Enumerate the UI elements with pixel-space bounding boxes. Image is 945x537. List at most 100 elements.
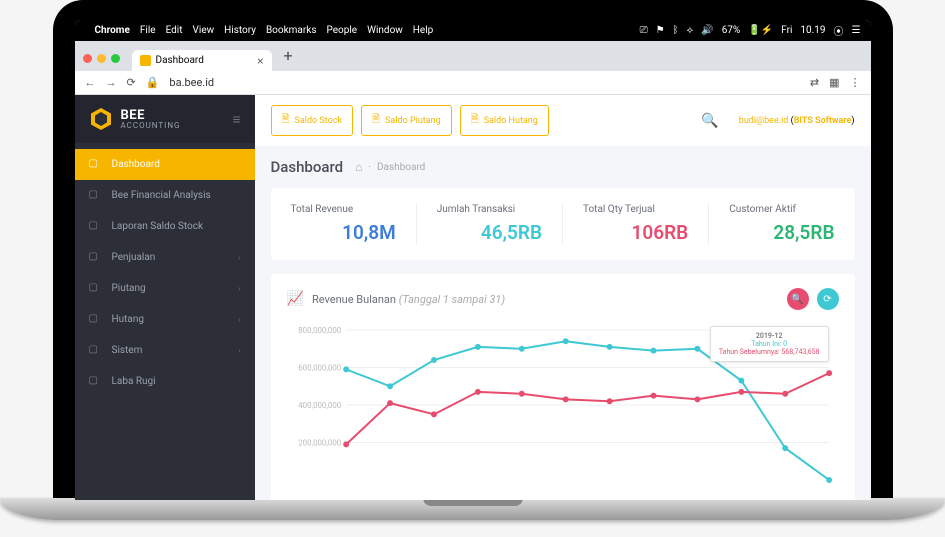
control-center-icon[interactable]: ☰ [852, 25, 861, 36]
sidebar-item-dashboard[interactable]: ▢ Dashboard [75, 149, 255, 180]
menubar-item[interactable]: View [193, 25, 215, 36]
menubar-app[interactable]: Chrome [95, 25, 130, 36]
menubar-item[interactable]: People [327, 25, 358, 36]
home-icon[interactable]: ⌂ [355, 160, 362, 174]
document-icon: 🗎 [282, 112, 290, 129]
nav-label: Dashboard [112, 159, 160, 170]
kpi-card: Jumlah Transaksi 46,5RB [417, 204, 563, 244]
sidebar-item-bee-financial-analysis[interactable]: ▢ Bee Financial Analysis [75, 180, 255, 211]
main-content: 🗎Saldo Stock🗎Saldo Piutang🗎Saldo Hutang … [255, 95, 871, 500]
user-company: BITS Software [794, 116, 852, 126]
window-maximize-icon[interactable] [111, 54, 120, 63]
window-minimize-icon[interactable] [97, 54, 106, 63]
menubar-item[interactable]: Bookmarks [266, 25, 317, 36]
quicklink-saldo-hutang[interactable]: 🗎Saldo Hutang [460, 105, 549, 136]
sidebar: BEE ACCOUNTING ≡ ▢ Dashboard ▢ Bee Financia… [75, 95, 255, 500]
chart-icon: 📈 [287, 291, 304, 307]
svg-text:800,000,000: 800,000,000 [298, 326, 341, 335]
svg-text:600,000,000: 600,000,000 [298, 363, 341, 372]
kpi-label: Total Qty Terjual [583, 204, 688, 215]
translate-icon[interactable]: ⇄ [810, 76, 819, 89]
nav-label: Penjualan [112, 252, 156, 263]
lock-icon[interactable]: 🔒 [146, 76, 160, 89]
kpi-cards: Total Revenue 10,8M Jumlah Transaksi 46,5RB… [271, 188, 855, 260]
nav-label: Laporan Saldo Stock [112, 221, 204, 232]
logo[interactable]: BEE ACCOUNTING ≡ [75, 95, 255, 143]
quicklink-saldo-stock[interactable]: 🗎Saldo Stock [271, 105, 354, 136]
search-icon[interactable]: 🔍 [701, 113, 718, 129]
window-close-icon[interactable] [83, 54, 92, 63]
kpi-card: Customer Aktif28,5RB [709, 204, 854, 244]
sidebar-item-penjualan[interactable]: ▢ Penjualan › [75, 242, 255, 273]
menubar-item[interactable]: History [224, 25, 256, 36]
chevron-right-icon: › [238, 346, 240, 355]
chart-search-button[interactable]: 🔍 [787, 288, 809, 310]
quicklink-saldo-piutang[interactable]: 🗎Saldo Piutang [361, 105, 452, 136]
nav-icon: ▢ [89, 344, 102, 357]
sidebar-toggle-icon[interactable]: ≡ [232, 111, 240, 128]
sidebar-item-piutang[interactable]: ▢Piutang› [75, 273, 255, 304]
chart-card: 📈 Revenue Bulanan (Tanggal 1 sampai 31) … [271, 274, 855, 500]
volume-icon[interactable]: 🔊 [701, 25, 713, 36]
forward-icon[interactable]: → [106, 76, 117, 89]
nav-label: Laba Rugi [112, 376, 156, 387]
menubar-item[interactable]: Window [367, 25, 403, 36]
chart-area: 200,000,000 400,000,000 600,000,000 800,000… [287, 320, 839, 490]
sidebar-item-sistem[interactable]: ▢Sistem› [75, 335, 255, 366]
url-text[interactable]: ba.bee.id [169, 76, 799, 89]
kpi-label: Total Revenue [291, 204, 396, 215]
kpi-value: 10,8M [291, 221, 396, 244]
menubar-item[interactable]: Help [413, 25, 433, 36]
nav-icon: ▢ [89, 189, 102, 202]
kpi-value: 46,5RB [437, 221, 542, 244]
nav-icon: ▢ [89, 375, 102, 388]
screenshare-icon[interactable]: ⎚ [640, 25, 648, 36]
kpi-value: 106RB [583, 221, 688, 244]
kpi-label: Jumlah Transaksi [437, 204, 542, 215]
logo-sub: ACCOUNTING [121, 122, 181, 130]
new-tab-button[interactable]: + [278, 46, 299, 71]
spotlight-icon[interactable]: ⦿ [834, 23, 844, 38]
topbar: 🗎Saldo Stock🗎Saldo Piutang🗎Saldo Hutang … [255, 95, 871, 146]
user-email: budi@bee.id [739, 116, 789, 126]
mac-menubar: Chrome File Edit View History Bookmarks … [75, 20, 871, 41]
browser-menu-icon[interactable]: ⋮ [850, 76, 861, 89]
flag-icon[interactable]: ⚑ [656, 25, 665, 36]
menubar-day: Fri [781, 25, 792, 36]
nav-label: Bee Financial Analysis [112, 190, 211, 201]
sidebar-item-laporan-saldo-stock[interactable]: ▢ Laporan Saldo Stock [75, 211, 255, 242]
kpi-label: Customer Aktif [729, 204, 834, 215]
battery-percent: 67% [722, 25, 741, 36]
nav-label: Hutang [112, 314, 145, 325]
back-icon[interactable]: ← [85, 76, 96, 89]
page-header: Dashboard ⌂ · Dashboard [255, 146, 871, 188]
chevron-right-icon: › [238, 315, 240, 324]
extension-icon[interactable]: ▦ [829, 76, 839, 89]
nav-icon: ▢ [89, 251, 102, 264]
kpi-card: Total Revenue 10,8M [271, 204, 417, 244]
close-tab-icon[interactable]: × [257, 54, 263, 68]
svg-text:400,000,000: 400,000,000 [298, 401, 341, 410]
battery-icon[interactable]: 🔋⚡ [748, 25, 773, 36]
reload-icon[interactable]: ⟳ [127, 76, 136, 89]
nav-icon: ▢ [89, 313, 102, 326]
menubar-item[interactable]: Edit [166, 25, 183, 36]
browser-tabbar: Dashboard × + [75, 41, 871, 71]
wifi-icon[interactable]: ⟡ [687, 25, 694, 36]
chevron-right-icon: › [238, 253, 240, 262]
document-icon: 🗎 [372, 112, 380, 129]
bluetooth-icon[interactable]: ᛒ [673, 25, 679, 36]
chart-refresh-button[interactable]: ⟳ [817, 288, 839, 310]
sidebar-item-laba-rugi[interactable]: ▢ Laba Rugi [75, 366, 255, 397]
chart-title: Revenue Bulanan (Tanggal 1 sampai 31) [312, 293, 505, 306]
nav-icon: ▢ [89, 220, 102, 233]
document-icon: 🗎 [471, 112, 479, 129]
menubar-item[interactable]: File [140, 25, 156, 36]
breadcrumb: ⌂ · Dashboard [355, 160, 425, 174]
browser-tab[interactable]: Dashboard × [132, 50, 272, 71]
sidebar-item-hutang[interactable]: ▢ Hutang › [75, 304, 255, 335]
user-info[interactable]: budi@bee.id (BITS Software) [739, 116, 855, 126]
menubar-time: 10.19 [800, 25, 825, 36]
nav-icon: ▢ [89, 158, 102, 171]
svg-text:200,000,000: 200,000,000 [298, 438, 341, 447]
